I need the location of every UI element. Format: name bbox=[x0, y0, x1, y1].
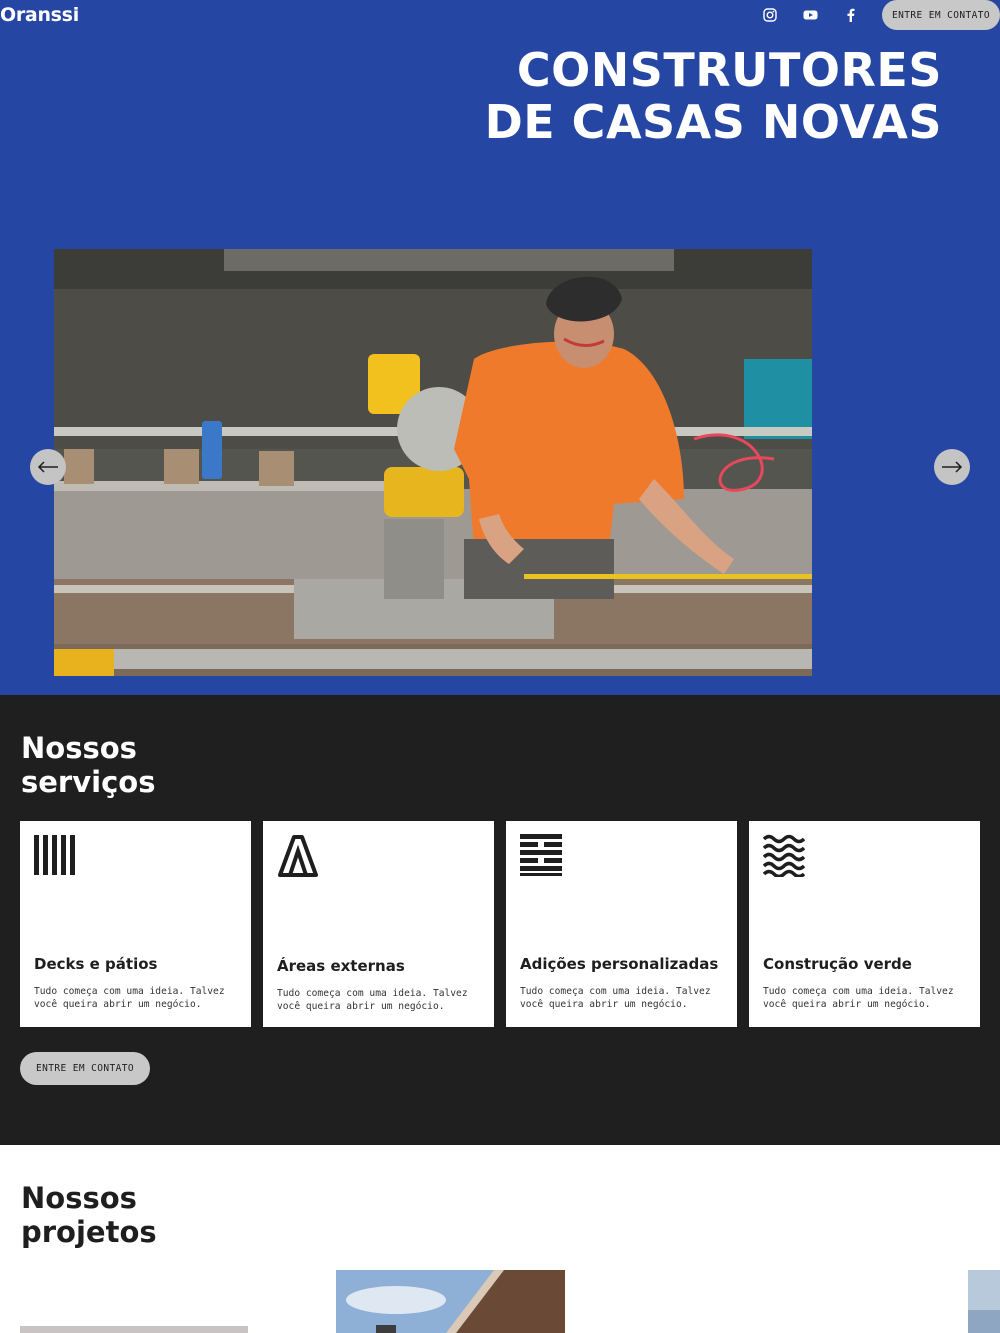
hero-title-line1: CONSTRUTORES bbox=[516, 43, 942, 97]
service-description: Tudo começa com uma ideia. Talvez você q… bbox=[520, 986, 711, 1010]
service-title: Áreas externas bbox=[277, 957, 405, 975]
hero-title: CONSTRUTORES DE CASAS NOVAS bbox=[485, 44, 942, 148]
hero-title-line2: DE CASAS NOVAS bbox=[484, 95, 942, 149]
projects-title: Nossos projetos bbox=[21, 1181, 321, 1249]
service-card: Decks e pátios Tudo começa com uma ideia… bbox=[20, 821, 251, 1027]
waves-icon bbox=[763, 834, 805, 877]
arrow-left-icon bbox=[37, 461, 58, 473]
vertical-bars-icon bbox=[34, 835, 75, 875]
services-title: Nossos serviços bbox=[21, 731, 321, 799]
carousel-prev-button[interactable] bbox=[30, 449, 66, 485]
abstract-a-icon bbox=[278, 835, 318, 877]
contact-button[interactable]: ENTRE EM CONTATO bbox=[882, 0, 1000, 30]
youtube-icon[interactable] bbox=[801, 6, 819, 24]
services-title-line2: serviços bbox=[21, 765, 156, 799]
hexagram-lines-icon bbox=[520, 834, 562, 876]
service-title: Adições personalizadas bbox=[520, 955, 719, 973]
projects-section: Nossos projetos bbox=[0, 1145, 1000, 1333]
projects-title-line1: Nossos bbox=[21, 1181, 137, 1215]
site-logo[interactable]: Oranssi bbox=[0, 4, 79, 26]
service-card: Construção verde Tudo começa com uma ide… bbox=[749, 821, 980, 1027]
arrow-right-icon bbox=[942, 461, 963, 473]
service-title: Construção verde bbox=[763, 955, 912, 973]
project-image[interactable] bbox=[20, 1326, 248, 1333]
hero-section: Oranssi ENTRE EM CONTATO CONSTRUTORES DE… bbox=[0, 0, 1000, 695]
service-card: Adições personalizadas Tudo começa com u… bbox=[506, 821, 737, 1027]
services-title-line1: Nossos bbox=[21, 731, 137, 765]
services-section: Nossos serviços Decks e pátios Tudo come… bbox=[0, 695, 1000, 1145]
service-card: Áreas externas Tudo começa com uma ideia… bbox=[263, 821, 494, 1027]
services-contact-button[interactable]: ENTRE EM CONTATO bbox=[20, 1052, 150, 1085]
service-description: Tudo começa com uma ideia. Talvez você q… bbox=[277, 988, 468, 1012]
carousel-next-button[interactable] bbox=[934, 449, 970, 485]
facebook-icon[interactable] bbox=[841, 6, 859, 24]
service-description: Tudo começa com uma ideia. Talvez você q… bbox=[34, 986, 225, 1010]
project-image[interactable] bbox=[968, 1270, 1000, 1333]
service-title: Decks e pátios bbox=[34, 955, 158, 973]
instagram-icon[interactable] bbox=[761, 6, 779, 24]
projects-title-line2: projetos bbox=[21, 1215, 157, 1249]
project-image[interactable] bbox=[336, 1270, 565, 1333]
service-description: Tudo começa com uma ideia. Talvez você q… bbox=[763, 986, 954, 1010]
hero-carousel-image bbox=[54, 249, 812, 676]
